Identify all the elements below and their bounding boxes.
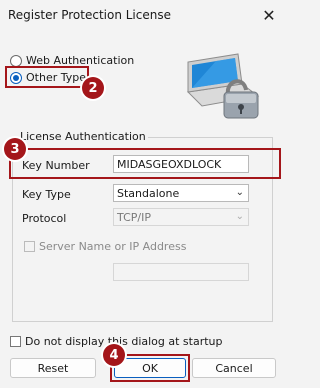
- startup-checkbox[interactable]: [10, 336, 21, 347]
- title-bar: Register Protection License ✕: [0, 0, 284, 30]
- protocol-value: TCP/IP: [117, 210, 151, 224]
- server-checkbox-row[interactable]: Server Name or IP Address: [24, 240, 186, 253]
- window-title: Register Protection License: [8, 8, 171, 22]
- reset-button[interactable]: Reset: [10, 358, 96, 378]
- chevron-down-icon: ⌄: [235, 187, 244, 198]
- key-type-value: Standalone: [117, 186, 180, 200]
- cancel-button[interactable]: Cancel: [192, 358, 276, 378]
- chevron-down-icon: ⌄: [235, 211, 244, 222]
- highlight-key-number: [9, 148, 281, 179]
- key-type-select[interactable]: Standalone ⌄: [113, 184, 249, 202]
- protocol-label: Protocol: [22, 212, 67, 225]
- callout-badge-3: 3: [4, 138, 26, 160]
- radio-web-authentication-circle[interactable]: [10, 54, 22, 67]
- key-type-label: Key Type: [22, 188, 71, 201]
- protocol-select[interactable]: TCP/IP ⌄: [113, 208, 249, 226]
- server-checkbox[interactable]: [24, 241, 35, 252]
- callout-badge-4: 4: [103, 344, 125, 366]
- license-authentication-title: License Authentication: [18, 130, 148, 143]
- startup-checkbox-label: Do not display this dialog at startup: [25, 335, 223, 348]
- highlight-other-type: [5, 66, 89, 88]
- callout-badge-2: 2: [82, 77, 104, 99]
- close-icon[interactable]: ✕: [256, 2, 282, 28]
- server-input[interactable]: [113, 263, 249, 281]
- server-label: Server Name or IP Address: [39, 240, 187, 253]
- laptop-with-padlock-icon: [180, 50, 270, 125]
